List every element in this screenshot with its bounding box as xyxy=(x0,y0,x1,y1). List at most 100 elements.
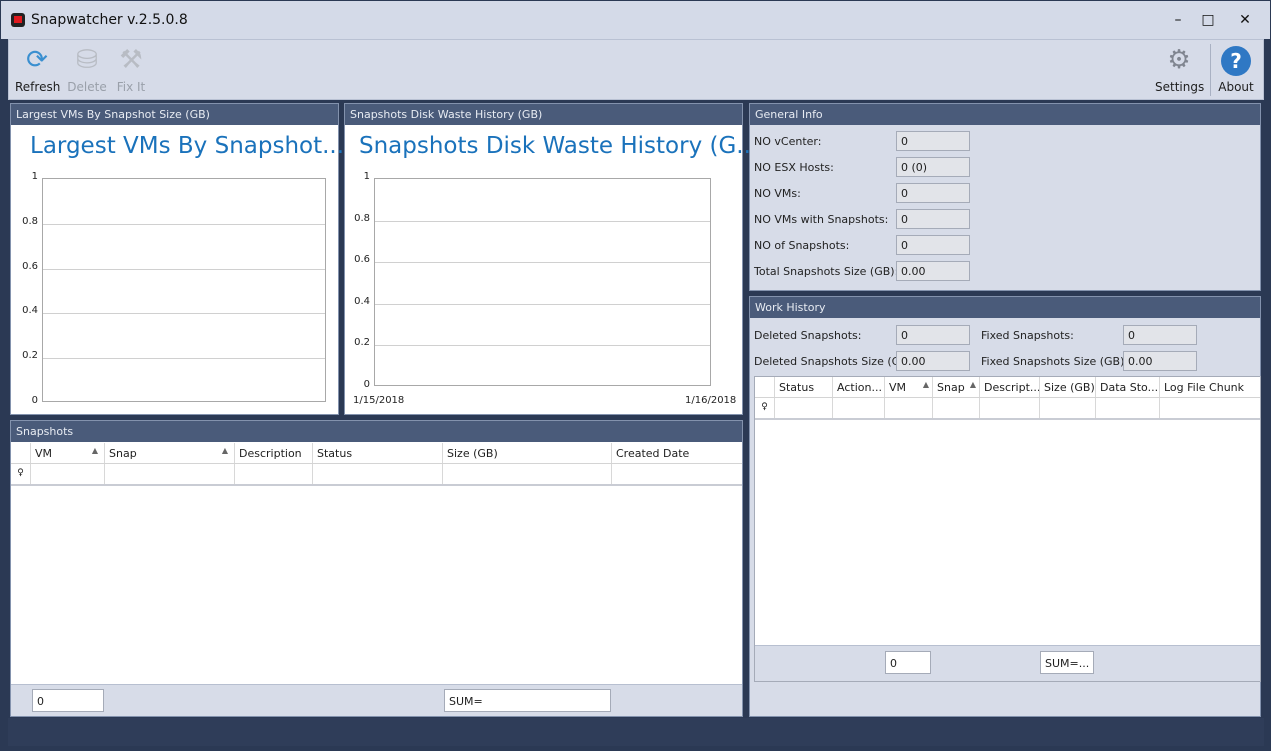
panel-header: Snapshots Disk Waste History (GB) xyxy=(345,104,742,125)
work-history-grid: Status Action... VM ▲ Snap ▲ Descript... S… xyxy=(754,376,1261,682)
column-header-snap[interactable]: Snap ▲ xyxy=(105,443,235,463)
gridline xyxy=(375,262,710,264)
info-label: NO vCenter: xyxy=(754,135,822,148)
app-logo-icon xyxy=(11,13,25,27)
database-delete-icon: ⛁ xyxy=(76,45,98,75)
column-header-action[interactable]: Action... xyxy=(833,377,885,397)
info-label: NO VMs: xyxy=(754,187,801,200)
column-header-description[interactable]: Description xyxy=(235,443,313,463)
snapshots-panel: Snapshots VM ▲ Snap ▲ Description Status S… xyxy=(10,420,743,717)
y-tick: 0 xyxy=(363,379,370,390)
y-tick: 0.2 xyxy=(22,350,38,362)
column-header-size[interactable]: Size (GB) xyxy=(1040,377,1096,397)
info-value: 0.00 xyxy=(896,261,970,281)
info-value: 0 xyxy=(896,183,970,203)
column-header-status[interactable]: Status xyxy=(313,443,443,463)
x-tick: 1/16/2018 xyxy=(685,395,737,406)
deleted-size-value: 0.00 xyxy=(896,351,970,371)
panel-header: Snapshots xyxy=(11,421,742,442)
plot-area xyxy=(42,178,326,402)
work-footer: 0 SUM=... xyxy=(755,645,1260,681)
info-label: Total Snapshots Size (GB): xyxy=(754,265,899,278)
fixed-snapshots-label: Fixed Snapshots: xyxy=(981,329,1074,342)
panel-header: General Info xyxy=(750,104,1260,125)
delete-label: Delete xyxy=(67,80,107,94)
title-bar: Snapwatcher v.2.5.0.8 – □ ✕ xyxy=(0,0,1271,39)
info-label: NO VMs with Snapshots: xyxy=(754,213,889,226)
info-label: NO of Snapshots: xyxy=(754,239,850,252)
y-tick: 1 xyxy=(363,171,370,182)
y-tick: 0 xyxy=(31,395,38,406)
disk-waste-panel: Snapshots Disk Waste History (GB) Snapsh… xyxy=(344,103,758,415)
gridline xyxy=(43,223,325,225)
panel-header: Work History xyxy=(750,297,1260,318)
y-tick: 0.6 xyxy=(354,254,370,266)
chart-title: Snapshots Disk Waste History (G... xyxy=(359,133,759,159)
column-header-snap[interactable]: Snap ▲ xyxy=(933,377,980,397)
info-value: 0 (0) xyxy=(896,157,970,177)
fix-it-button[interactable]: ⚒ Fix It xyxy=(109,44,153,94)
status-bar xyxy=(8,718,1264,746)
largest-vms-panel: Largest VMs By Snapshot Size (GB) Larges… xyxy=(10,103,344,415)
y-tick: 0.4 xyxy=(22,305,38,317)
x-tick: 1/15/2018 xyxy=(353,395,405,406)
refresh-button[interactable]: ⟳ Refresh xyxy=(15,44,61,94)
info-value: 0 xyxy=(896,235,970,255)
y-tick: 0.2 xyxy=(354,337,370,349)
general-info-panel: General Info NO vCenter: 0 NO ESX Hosts: … xyxy=(749,103,1261,291)
y-tick: 1 xyxy=(31,171,38,182)
fixed-snapshots-value: 0 xyxy=(1123,325,1197,345)
column-header-vm[interactable]: VM ▲ xyxy=(885,377,933,397)
gear-icon: ⚙ xyxy=(1167,45,1191,75)
work-grid-header: Status Action... VM ▲ Snap ▲ Descript... S… xyxy=(755,377,1260,398)
about-button[interactable]: ? About xyxy=(1213,44,1259,94)
close-button[interactable]: ✕ xyxy=(1230,9,1260,31)
maximize-button[interactable]: □ xyxy=(1193,9,1223,31)
delete-button[interactable]: ⛁ Delete xyxy=(65,44,109,94)
deleted-size-label: Deleted Snapshots Size (GB): xyxy=(754,355,916,368)
snapshots-grid-header: VM ▲ Snap ▲ Description Status Size (GB) C… xyxy=(11,443,742,464)
info-value: 0 xyxy=(896,209,970,229)
work-size-sum: SUM=... xyxy=(1040,651,1094,674)
tools-icon: ⚒ xyxy=(119,45,143,75)
column-header-description[interactable]: Descript... xyxy=(980,377,1040,397)
gridline xyxy=(375,345,710,347)
refresh-label: Refresh xyxy=(15,80,61,94)
deleted-snapshots-value: 0 xyxy=(896,325,970,345)
minimize-button[interactable]: – xyxy=(1163,9,1193,31)
window-title: Snapwatcher v.2.5.0.8 xyxy=(31,12,188,28)
toolbar: ⟳ Refresh ⛁ Delete ⚒ Fix It ⚙ Settings ?… xyxy=(8,39,1264,100)
column-header-datastore[interactable]: Data Sto... xyxy=(1096,377,1160,397)
column-header-size[interactable]: Size (GB) xyxy=(443,443,612,463)
snapshot-size-sum: SUM= xyxy=(444,689,611,712)
chart-title: Largest VMs By Snapshot... xyxy=(30,133,345,159)
work-history-panel: Work History Deleted Snapshots: 0 Delete… xyxy=(749,296,1261,717)
fix-it-label: Fix It xyxy=(116,80,146,94)
y-tick: 0.4 xyxy=(354,295,370,307)
y-tick: 0.6 xyxy=(22,260,38,272)
sort-asc-icon: ▲ xyxy=(91,446,98,455)
refresh-icon: ⟳ xyxy=(26,45,48,75)
disk-waste-chart: Snapshots Disk Waste History (G... 1/15/… xyxy=(345,125,758,414)
about-label: About xyxy=(1218,80,1254,94)
gridline xyxy=(375,303,710,305)
fixed-size-label: Fixed Snapshots Size (GB): xyxy=(981,355,1129,368)
column-header-created-date[interactable]: Created Date xyxy=(612,443,742,463)
fixed-size-value: 0.00 xyxy=(1123,351,1197,371)
snapshots-footer: 0 SUM= xyxy=(11,684,742,716)
deleted-snapshots-label: Deleted Snapshots: xyxy=(754,329,862,342)
help-icon: ? xyxy=(1219,44,1253,76)
snapshots-filter-row[interactable]: ♀ xyxy=(11,464,742,486)
largest-vms-chart: Largest VMs By Snapshot... 1 0.8 0.6 0.4 0.2… xyxy=(11,125,344,414)
work-filter-row[interactable]: ♀ xyxy=(755,398,1260,420)
column-header-log-file-chunk[interactable]: Log File Chunk xyxy=(1160,377,1260,397)
sort-asc-icon: ▲ xyxy=(221,446,228,455)
plot-area xyxy=(374,178,711,386)
y-tick: 0.8 xyxy=(22,215,38,227)
column-header-vm[interactable]: VM ▲ xyxy=(31,443,105,463)
settings-button[interactable]: ⚙ Settings xyxy=(1155,44,1204,94)
panel-header: Largest VMs By Snapshot Size (GB) xyxy=(11,104,338,125)
column-header-status[interactable]: Status xyxy=(775,377,833,397)
snapshot-count: 0 xyxy=(32,689,104,712)
y-tick: 0.8 xyxy=(354,212,370,224)
